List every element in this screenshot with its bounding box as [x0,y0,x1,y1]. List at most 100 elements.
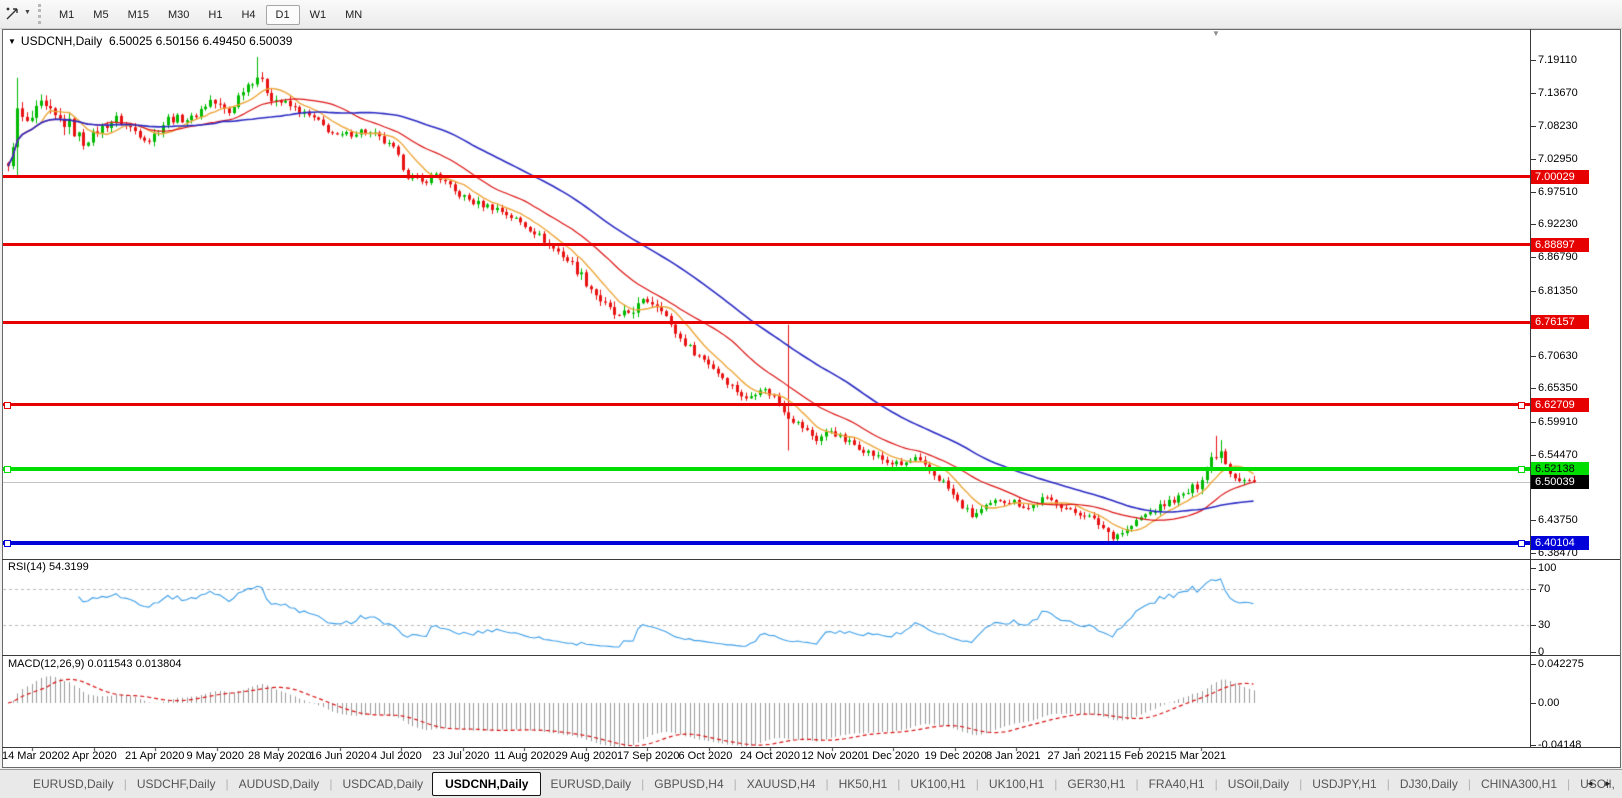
date-axis-label: 6 Oct 2020 [679,750,733,762]
chart-tab-DJ30-Daily[interactable]: DJ30,Daily [1391,772,1467,796]
chart-tab-USDCHF-Daily[interactable]: USDCHF,Daily [128,772,225,796]
pane-separator-rsi-macd[interactable] [2,655,1620,656]
price-axis-tick: 6.81350 [1538,284,1578,298]
date-axis-label: 28 May 2020 [248,750,312,762]
chart-tab-USDCAD-Daily[interactable]: USDCAD,Daily [333,772,432,796]
date-axis-label: 15 Feb 2021 [1109,750,1171,762]
hline-resistance-6.88897[interactable] [3,243,1530,246]
timeframe-button-M15[interactable]: M15 [119,5,158,25]
timeframe-button-M1[interactable]: M1 [50,5,83,25]
price-axis-tick: 6.65350 [1538,381,1578,395]
chart-shift-marker[interactable]: ▼ [1212,29,1220,38]
date-axis-label: 14 Mar 2020 [2,750,64,762]
rsi-axis-tick: 70 [1538,582,1550,596]
price-tag-6.62709: 6.62709 [1531,398,1589,412]
hline-handle[interactable] [1518,402,1525,409]
date-axis-label: 2 Apr 2020 [64,750,117,762]
cursor-tool-icon[interactable] [4,5,21,22]
date-axis-label: 8 Jan 2021 [986,750,1040,762]
timeframe-button-H4[interactable]: H4 [232,5,264,25]
date-axis-label: 19 Dec 2020 [925,750,987,762]
date-axis-label: 9 May 2020 [187,750,244,762]
rsi-axis-tick: 100 [1538,561,1556,575]
chart-tab-USOil[interactable]: USOil, [1571,772,1622,796]
toolbar: ▼ M1M5M15M30H1H4D1W1MN [0,0,1622,29]
tabs-scroll-left-icon[interactable]: ◄ [1586,779,1594,788]
macd-axis-tick: 0.00 [1538,696,1559,710]
rsi-indicator-label: RSI(14) 54.3199 [8,561,89,573]
price-tag-6.88897: 6.88897 [1531,238,1589,252]
price-tag-6.52138: 6.52138 [1531,462,1589,476]
chart-tab-FRA40-H1[interactable]: FRA40,H1 [1140,772,1214,796]
hline-handle[interactable] [4,466,11,473]
hline-resistance-6.76157[interactable] [3,321,1530,324]
chart-tab-XAUUSD-H4[interactable]: XAUUSD,H4 [738,772,825,796]
timeframe-button-MN[interactable]: MN [336,5,371,25]
chart-symbol-label: USDCNH,Daily [21,34,102,48]
macd-indicator-label: MACD(12,26,9) 0.011543 0.013804 [8,658,181,670]
hline-support-6.40104[interactable] [3,541,1530,545]
price-tag-6.40104: 6.40104 [1531,536,1589,550]
toolbar-dropdown-arrow[interactable]: ▼ [24,9,31,16]
chart-tab-AUDUSD-Daily[interactable]: AUDUSD,Daily [230,772,329,796]
hline-resistance-6.62709[interactable] [3,403,1530,406]
price-axis-tick: 6.54470 [1538,448,1578,462]
price-axis-tick: 7.13670 [1538,86,1578,100]
price-tag-7.00029: 7.00029 [1531,170,1589,184]
date-axis-label: 29 Aug 2020 [556,750,618,762]
chart-tab-USDJPY-H1[interactable]: USDJPY,H1 [1303,772,1385,796]
chart-tab-CHINA300-H1[interactable]: CHINA300,H1 [1472,772,1566,796]
hline-handle[interactable] [1518,466,1525,473]
chart-tabs: EURUSD,Daily|USDCHF,Daily|AUDUSD,Daily|U… [0,770,1622,798]
date-axis-label: 1 Dec 2020 [863,750,919,762]
chart-tab-GBPUSD-H4[interactable]: GBPUSD,H4 [645,772,732,796]
chart-tab-USDCNH-Daily[interactable]: USDCNH,Daily [432,772,541,796]
timeframe-button-D1[interactable]: D1 [266,5,300,25]
tabs-scroll-right-icon[interactable]: ► [1604,779,1612,788]
rsi-axis-tick: 30 [1538,618,1550,632]
price-axis-tick: 6.59910 [1538,415,1578,429]
price-chart-canvas[interactable] [0,0,1622,798]
price-axis-tick: 7.02950 [1538,152,1578,166]
macd-axis-tick: -0.04148 [1538,738,1581,752]
time-axis-line [2,747,1620,748]
hline-handle[interactable] [4,540,11,547]
date-axis-label: 16 Jun 2020 [310,750,371,762]
chart-ohlc-values: 6.50025 6.50156 6.49450 6.50039 [109,34,293,48]
pane-separator-main-rsi[interactable] [2,559,1620,560]
hline-handle[interactable] [4,402,11,409]
chart-title: ▼ USDCNH,Daily 6.50025 6.50156 6.49450 6.… [8,34,292,48]
chart-tab-EURUSD-Daily[interactable]: EURUSD,Daily [24,772,123,796]
date-axis-label: 4 Jul 2020 [371,750,422,762]
price-axis-tick: 6.43750 [1538,513,1578,527]
timeframe-button-H1[interactable]: H1 [199,5,231,25]
date-axis-label: 11 Aug 2020 [494,750,555,762]
hline-support-6.52138[interactable] [3,467,1530,471]
date-axis-label: 21 Apr 2020 [125,750,184,762]
timeframe-button-W1[interactable]: W1 [301,5,336,25]
toolbar-grip[interactable] [38,4,44,24]
chart-tab-bar: EURUSD,Daily|USDCHF,Daily|AUDUSD,Daily|U… [0,769,1622,798]
date-axis-label: 24 Oct 2020 [740,750,800,762]
timeframe-button-M5[interactable]: M5 [84,5,117,25]
chart-collapse-icon[interactable]: ▼ [8,37,16,46]
chart-tab-HK50-H1[interactable]: HK50,H1 [830,772,897,796]
timeframe-button-M30[interactable]: M30 [159,5,198,25]
chart-tab-UK100-H1[interactable]: UK100,H1 [901,772,974,796]
date-axis-label: 5 Mar 2021 [1171,750,1227,762]
chart-tab-EURUSD-Daily[interactable]: EURUSD,Daily [541,772,640,796]
chart-tab-UK100-H1[interactable]: UK100,H1 [980,772,1053,796]
chart-tab-GER30-H1[interactable]: GER30,H1 [1058,772,1134,796]
chart-tab-USOil-Daily[interactable]: USOil,Daily [1219,772,1298,796]
macd-axis-tick: 0.042275 [1538,657,1584,671]
date-axis-label: 27 Jan 2021 [1048,750,1109,762]
price-axis-tick: 6.86790 [1538,250,1578,264]
date-axis-label: 23 Jul 2020 [433,750,490,762]
hline-resistance-7.00029[interactable] [3,175,1530,178]
timeframe-button-group: M1M5M15M30H1H4D1W1MN [50,3,372,25]
date-axis-label: 12 Nov 2020 [802,750,864,762]
bid-price-tag: 6.50039 [1531,475,1589,489]
price-axis-tick: 7.19110 [1538,53,1577,67]
hline-handle[interactable] [1518,540,1525,547]
mt4-terminal: ▼ M1M5M15M30H1H4D1W1MN ▼ USDCNH,Daily 6.5… [0,0,1622,798]
